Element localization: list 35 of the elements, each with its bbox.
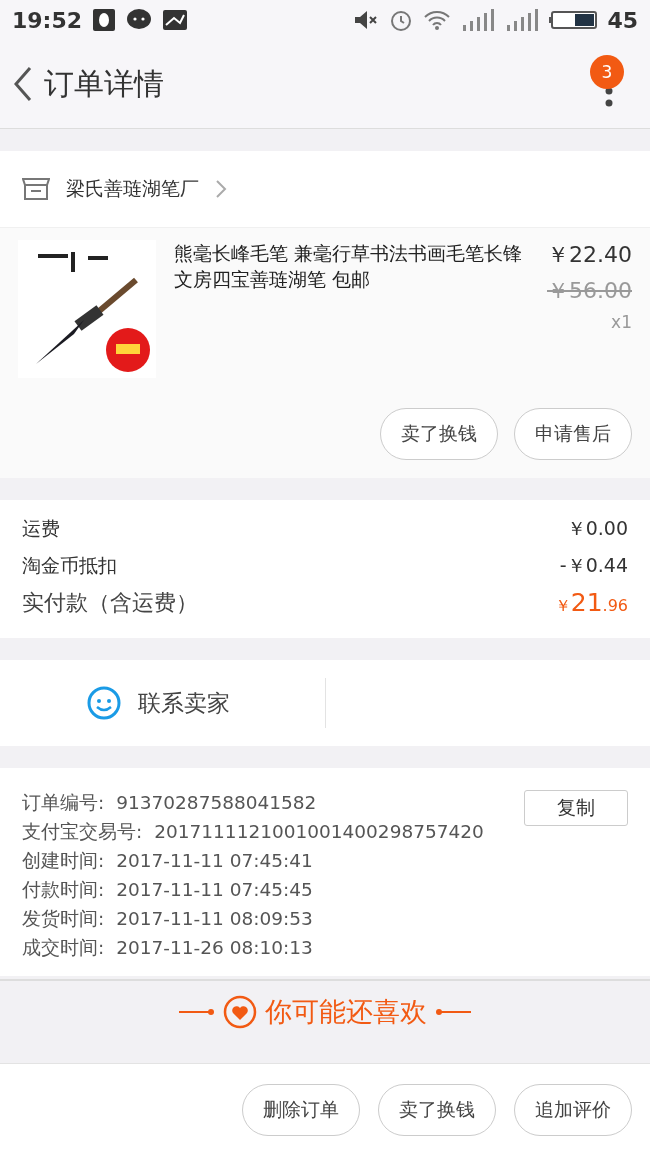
info-label: 发货时间: (22, 907, 105, 931)
quantity: x1 (611, 312, 632, 332)
cost-label: 运费 (22, 516, 60, 541)
product-title[interactable]: 熊毫长峰毛笔 兼毫行草书法书画毛笔长锋文房四宝善琏湖笔 包邮 (174, 240, 524, 378)
contact-seller[interactable]: 联系卖家 (138, 687, 230, 719)
page-title: 订单详情 (44, 64, 164, 103)
info-value: 2017-11-26 08:10:13 (116, 936, 313, 960)
action-button[interactable]: 卖了换钱 (380, 408, 498, 460)
action-button[interactable]: 申请售后 (514, 408, 632, 460)
info-value: 2017-11-11 08:09:53 (116, 907, 313, 931)
action-button[interactable]: 卖了换钱 (378, 1083, 496, 1136)
copy-button[interactable]: 复制 (524, 790, 628, 826)
recommend-title: 你可能还喜欢 (265, 995, 427, 1029)
original-price: ￥56.00 (547, 277, 632, 305)
info-label: 付款时间: (22, 878, 105, 902)
cost-value: ￥0.00 (566, 516, 628, 541)
cost-value: -￥0.44 (559, 553, 628, 578)
shop-name[interactable]: 梁氏善琏湖笔厂 (66, 176, 199, 202)
info-label: 成交时间: (22, 936, 105, 960)
status-time: 19:52 (12, 7, 83, 33)
info-label: 订单编号: (22, 791, 105, 815)
total-label: 实付款（含运费） (22, 589, 198, 617)
info-label: 创建时间: (22, 849, 105, 873)
info-value: 2017111121001001400298757420 (154, 820, 484, 844)
cost-label: 淘金币抵扣 (22, 553, 117, 578)
info-value: 91370287588041582 (116, 791, 317, 815)
info-value: 2017-11-11 07:45:45 (116, 878, 313, 902)
info-label: 支付宝交易号: (22, 820, 143, 844)
notification-badge: 3 (590, 55, 624, 89)
action-button[interactable]: 追加评价 (514, 1083, 632, 1136)
info-value: 2017-11-11 07:45:41 (116, 849, 313, 873)
action-button[interactable]: 删除订单 (242, 1083, 360, 1136)
product-price: ￥22.40 (547, 241, 632, 269)
total-amount: ￥21.96 (554, 587, 628, 619)
battery-level: 45 (607, 7, 638, 33)
